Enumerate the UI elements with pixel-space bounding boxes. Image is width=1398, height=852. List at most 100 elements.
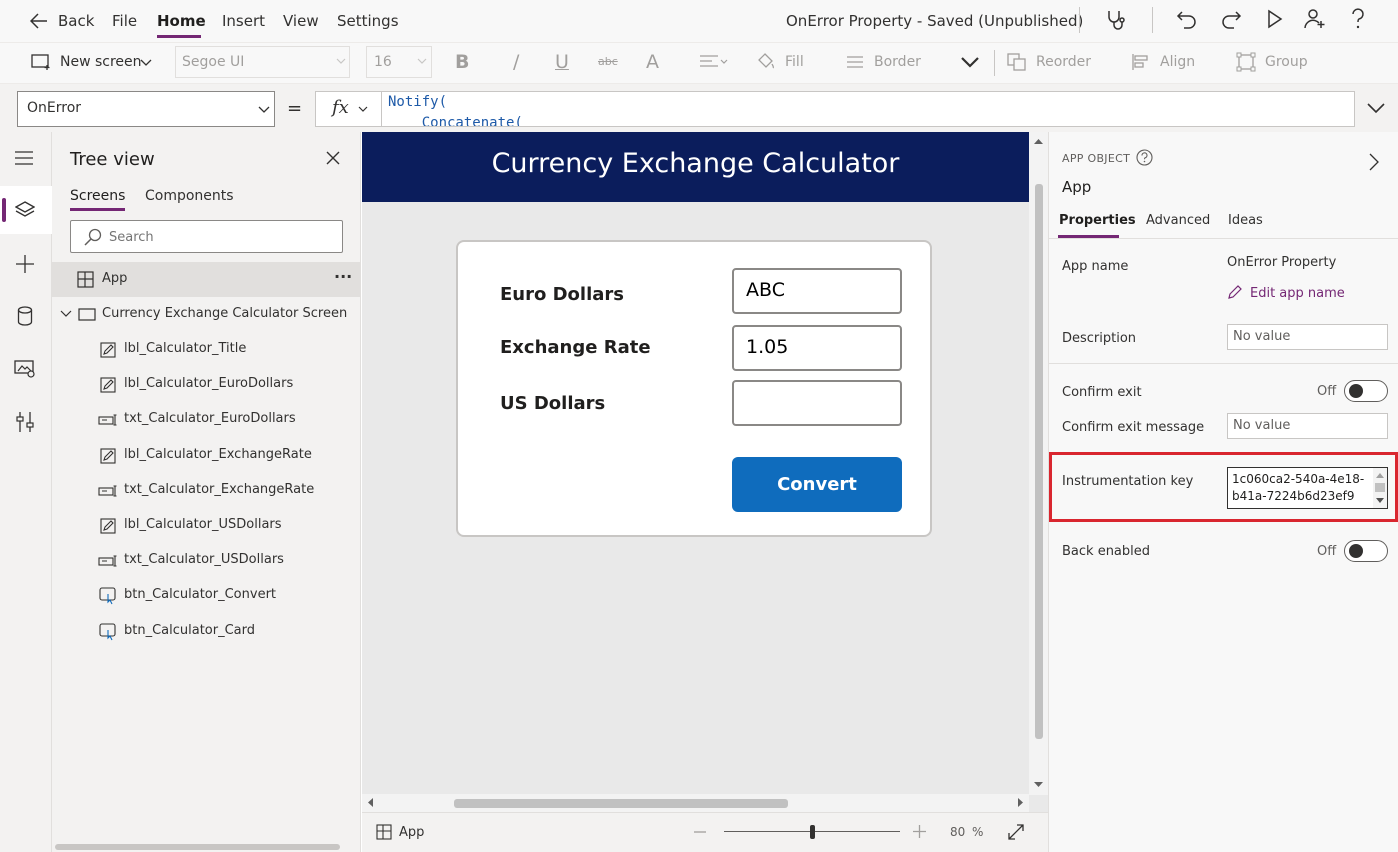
text-align-icon[interactable] bbox=[699, 53, 729, 71]
scroll-down-arrow-icon[interactable] bbox=[1376, 498, 1384, 503]
instrumentation-key-scroll-thumb[interactable] bbox=[1375, 483, 1385, 492]
horizontal-scroll-thumb[interactable] bbox=[454, 799, 788, 808]
group-icon[interactable] bbox=[1236, 52, 1256, 72]
close-icon[interactable] bbox=[325, 150, 341, 166]
view-tab[interactable]: View bbox=[283, 12, 319, 30]
tab-ideas[interactable]: Ideas bbox=[1228, 213, 1263, 228]
strikethrough-button[interactable]: abc bbox=[598, 55, 618, 68]
reorder-button[interactable]: Reorder bbox=[1036, 54, 1091, 70]
border-icon[interactable] bbox=[846, 55, 864, 69]
confirm-exit-message-input[interactable]: No value bbox=[1227, 413, 1388, 439]
us-dollars-label[interactable]: US Dollars bbox=[500, 393, 605, 414]
tree-item-txt-calculator-exchangerate[interactable]: txt_Calculator_ExchangeRate bbox=[52, 473, 361, 508]
us-dollars-input[interactable] bbox=[732, 380, 902, 426]
canvas-vertical-scrollbar[interactable] bbox=[1029, 132, 1048, 795]
italic-button[interactable]: / bbox=[513, 51, 519, 73]
pencil-icon[interactable] bbox=[1227, 285, 1242, 300]
play-preview-icon[interactable] bbox=[1264, 9, 1284, 29]
advanced-tools-icon[interactable] bbox=[16, 411, 34, 433]
help-icon[interactable] bbox=[1350, 8, 1366, 30]
tree-item-txt-calculator-usdollars[interactable]: txt_Calculator_USDollars bbox=[52, 543, 361, 578]
group-button[interactable]: Group bbox=[1265, 54, 1308, 70]
description-input[interactable]: No value bbox=[1227, 324, 1388, 350]
scroll-up-arrow-icon[interactable] bbox=[1376, 473, 1384, 478]
instrumentation-key-scrollbar[interactable] bbox=[1373, 468, 1387, 508]
confirm-exit-toggle[interactable] bbox=[1344, 380, 1388, 402]
rail-item-tree-view[interactable] bbox=[0, 186, 52, 234]
formula-expand-chevron-icon[interactable] bbox=[1366, 102, 1386, 114]
tree-item-screen[interactable]: Currency Exchange Calculator Screen bbox=[52, 297, 361, 332]
edit-app-name-link[interactable]: Edit app name bbox=[1250, 286, 1345, 301]
font-size-select[interactable]: 16 bbox=[366, 46, 432, 78]
tree-horizontal-scrollbar[interactable] bbox=[55, 844, 340, 850]
undo-icon[interactable] bbox=[1176, 8, 1198, 30]
collapse-panel-chevron-icon[interactable] bbox=[1369, 153, 1379, 171]
tab-properties[interactable]: Properties bbox=[1059, 213, 1136, 228]
zoom-slider[interactable] bbox=[724, 825, 900, 839]
fill-bucket-icon[interactable] bbox=[756, 52, 776, 72]
tree-item-lbl-calculator-exchangerate[interactable]: lbl_Calculator_ExchangeRate bbox=[52, 438, 361, 473]
property-dropdown[interactable]: OnError bbox=[17, 91, 275, 127]
tab-advanced[interactable]: Advanced bbox=[1146, 213, 1210, 228]
euro-dollars-input[interactable]: ABC bbox=[732, 268, 902, 314]
align-icon[interactable] bbox=[1131, 53, 1151, 71]
search-input[interactable] bbox=[109, 227, 329, 247]
scroll-left-arrow-icon[interactable] bbox=[367, 798, 373, 807]
current-screen-label[interactable]: App bbox=[399, 825, 424, 840]
tree-item-app[interactable]: App ··· bbox=[52, 262, 361, 297]
underline-button[interactable]: U bbox=[555, 51, 569, 73]
bold-button[interactable]: B bbox=[455, 51, 469, 73]
screen-title-header[interactable]: Currency Exchange Calculator bbox=[362, 132, 1029, 202]
tab-screens[interactable]: Screens bbox=[70, 188, 125, 204]
tree-item-lbl-calculator-usdollars[interactable]: lbl_Calculator_USDollars bbox=[52, 508, 361, 543]
euro-dollars-label[interactable]: Euro Dollars bbox=[500, 284, 624, 305]
tab-components[interactable]: Components bbox=[145, 188, 234, 204]
zoom-out-icon[interactable] bbox=[694, 831, 706, 833]
stethoscope-icon[interactable] bbox=[1104, 8, 1128, 32]
back-arrow-icon[interactable] bbox=[30, 13, 48, 29]
redo-icon[interactable] bbox=[1220, 8, 1242, 30]
insert-tab[interactable]: Insert bbox=[222, 12, 265, 30]
data-cylinder-icon[interactable] bbox=[17, 306, 33, 326]
new-screen-icon[interactable] bbox=[31, 54, 51, 70]
font-color-button[interactable]: A bbox=[646, 51, 659, 73]
formula-editor[interactable]: fx Notify( Concatenate( bbox=[315, 91, 1355, 127]
scroll-right-arrow-icon[interactable] bbox=[1018, 798, 1024, 807]
more-options-icon[interactable]: ··· bbox=[334, 267, 352, 286]
hamburger-menu-icon[interactable] bbox=[14, 151, 34, 165]
settings-menu[interactable]: Settings bbox=[337, 12, 399, 30]
align-button[interactable]: Align bbox=[1160, 54, 1195, 70]
fill-button[interactable]: Fill bbox=[785, 54, 804, 70]
reorder-icon[interactable] bbox=[1007, 53, 1027, 71]
back-button[interactable]: Back bbox=[58, 12, 94, 30]
font-family-select[interactable]: Segoe UI bbox=[175, 46, 350, 78]
border-button[interactable]: Border bbox=[874, 54, 921, 70]
chevron-down-icon[interactable] bbox=[60, 310, 72, 318]
zoom-slider-thumb[interactable] bbox=[810, 825, 815, 839]
canvas-horizontal-scrollbar[interactable] bbox=[362, 794, 1029, 812]
zoom-in-icon[interactable] bbox=[913, 825, 926, 838]
media-icon[interactable] bbox=[14, 360, 36, 378]
tree-item-txt-calculator-eurodollars[interactable]: txt_Calculator_EuroDollars bbox=[52, 402, 361, 437]
fit-to-window-icon[interactable] bbox=[1008, 824, 1024, 840]
insert-plus-icon[interactable] bbox=[15, 254, 35, 274]
ribbon-expand-chevron-icon[interactable] bbox=[960, 56, 980, 68]
fx-button[interactable]: fx bbox=[316, 92, 382, 126]
convert-button[interactable]: Convert bbox=[732, 457, 902, 512]
scroll-down-arrow-icon[interactable] bbox=[1034, 782, 1043, 788]
back-enabled-toggle[interactable] bbox=[1344, 540, 1388, 562]
exchange-rate-input[interactable]: 1.05 bbox=[732, 325, 902, 371]
tree-search-box[interactable] bbox=[70, 220, 343, 253]
tree-item-btn-calculator-card[interactable]: btn_Calculator_Card bbox=[52, 614, 361, 649]
exchange-rate-label[interactable]: Exchange Rate bbox=[500, 337, 651, 358]
help-circle-icon[interactable] bbox=[1136, 149, 1153, 166]
instrumentation-key-input[interactable]: 1c060ca2-540a-4e18- b41a-7224b6d23ef9 bbox=[1227, 467, 1388, 509]
new-screen-button[interactable]: New screen bbox=[60, 54, 142, 70]
tree-item-lbl-calculator-title[interactable]: lbl_Calculator_Title bbox=[52, 332, 361, 367]
home-tab[interactable]: Home bbox=[157, 12, 206, 30]
scroll-up-arrow-icon[interactable] bbox=[1034, 138, 1043, 144]
tree-item-btn-calculator-convert[interactable]: btn_Calculator_Convert bbox=[52, 578, 361, 613]
file-menu[interactable]: File bbox=[112, 12, 137, 30]
tree-item-lbl-calculator-eurodollars[interactable]: lbl_Calculator_EuroDollars bbox=[52, 367, 361, 402]
vertical-scroll-thumb[interactable] bbox=[1035, 184, 1043, 739]
